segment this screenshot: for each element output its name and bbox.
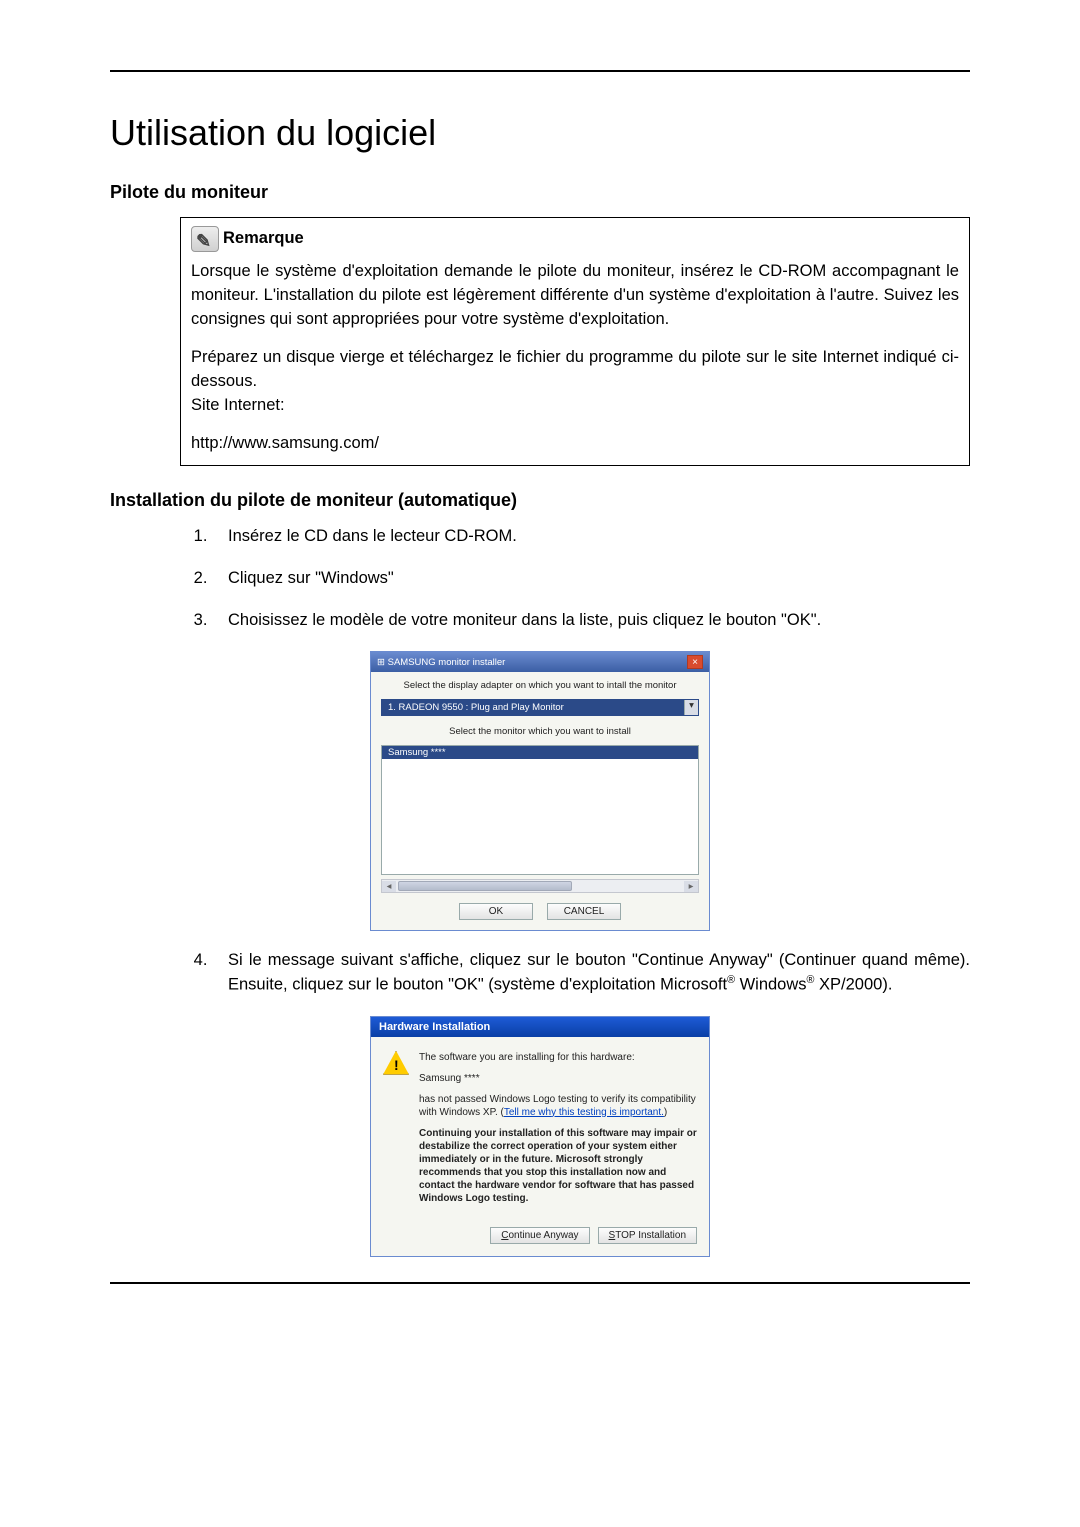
logo-testing-link[interactable]: Tell me why this testing is important. [504, 1107, 664, 1118]
samsung-installer-body: Select the display adapter on which you … [371, 672, 709, 930]
site-label: Site Internet: [191, 394, 959, 418]
stop-installation-button[interactable]: STOP Installation [598, 1227, 697, 1244]
continue-anyway-button[interactable]: Continue Anyway [490, 1227, 589, 1244]
scroll-right-icon[interactable]: ▸ [684, 881, 698, 892]
section-heading-pilote: Pilote du moniteur [110, 182, 970, 203]
horizontal-scrollbar[interactable]: ◂ ▸ [381, 879, 699, 893]
note-header: Remarque [191, 226, 959, 252]
hardware-installation-buttons: Continue Anyway STOP Installation [371, 1219, 709, 1256]
scroll-left-icon[interactable]: ◂ [382, 881, 396, 892]
note-paragraph-1: Lorsque le système d'exploitation demand… [191, 260, 959, 332]
hardware-installation-body: The software you are installing for this… [371, 1037, 709, 1219]
note-label: Remarque [223, 227, 304, 251]
note-box: Remarque Lorsque le système d'exploitati… [180, 217, 970, 466]
samsung-installer-dialog: SAMSUNG monitor installer × Select the d… [370, 651, 710, 931]
samsung-installer-titlebar: SAMSUNG monitor installer × [371, 652, 709, 672]
ok-button[interactable]: OK [459, 903, 533, 920]
hardware-installation-dialog: Hardware Installation The software you a… [370, 1016, 710, 1257]
adapter-prompt: Select the display adapter on which you … [381, 680, 699, 691]
step-3: Choisissez le modèle de votre moniteur d… [212, 609, 970, 633]
hardware-installation-titlebar: Hardware Installation [371, 1017, 709, 1037]
install-steps: Insérez le CD dans le lecteur CD-ROM. Cl… [180, 525, 970, 633]
section-heading-install: Installation du pilote de moniteur (auto… [110, 490, 970, 511]
stop-rest: TOP Installation [615, 1230, 686, 1241]
continue-rest: ontinue Anyway [508, 1230, 578, 1241]
monitor-listbox[interactable]: Samsung **** [381, 745, 699, 875]
hw-line-3b: ) [664, 1107, 667, 1118]
close-icon[interactable]: × [687, 655, 703, 669]
step-1: Insérez le CD dans le lecteur CD-ROM. [212, 525, 970, 549]
hw-line-1: The software you are installing for this… [419, 1051, 697, 1064]
cancel-button[interactable]: CANCEL [547, 903, 621, 920]
warning-icon [383, 1051, 409, 1075]
hw-warning-paragraph: Continuing your installation of this sof… [419, 1127, 697, 1205]
monitor-list-item[interactable]: Samsung **** [382, 746, 698, 759]
step-4-text-b: Windows [735, 976, 807, 994]
chevron-down-icon[interactable]: ▾ [684, 700, 698, 715]
step-4-text-c: XP/2000). [814, 976, 892, 994]
step-2: Cliquez sur "Windows" [212, 567, 970, 591]
install-steps-continued: Si le message suivant s'affiche, cliquez… [180, 949, 970, 997]
step-4: Si le message suivant s'affiche, cliquez… [212, 949, 970, 997]
monitor-prompt: Select the monitor which you want to ins… [381, 726, 699, 737]
hw-line-3: has not passed Windows Logo testing to v… [419, 1093, 697, 1119]
hw-line-2: Samsung **** [419, 1072, 697, 1085]
samsung-installer-buttons: OK CANCEL [381, 903, 699, 920]
figure-samsung-installer: SAMSUNG monitor installer × Select the d… [110, 651, 970, 931]
display-adapter-value: 1. RADEON 9550 : Plug and Play Monitor [382, 700, 684, 715]
site-url: http://www.samsung.com/ [191, 432, 959, 456]
divider-top [110, 70, 970, 72]
divider-bottom [110, 1282, 970, 1284]
note-paragraph-2: Préparez un disque vierge et téléchargez… [191, 346, 959, 418]
note-icon [191, 226, 219, 252]
scroll-thumb[interactable] [398, 881, 572, 891]
figure-hardware-installation: Hardware Installation The software you a… [110, 1016, 970, 1257]
document-page: Utilisation du logiciel Pilote du monite… [0, 0, 1080, 1324]
note-p2-text: Préparez un disque vierge et téléchargez… [191, 348, 959, 390]
display-adapter-dropdown[interactable]: 1. RADEON 9550 : Plug and Play Monitor ▾ [381, 699, 699, 716]
hardware-installation-text: The software you are installing for this… [419, 1051, 697, 1213]
samsung-installer-title: SAMSUNG monitor installer [377, 657, 505, 668]
page-title: Utilisation du logiciel [110, 112, 970, 154]
